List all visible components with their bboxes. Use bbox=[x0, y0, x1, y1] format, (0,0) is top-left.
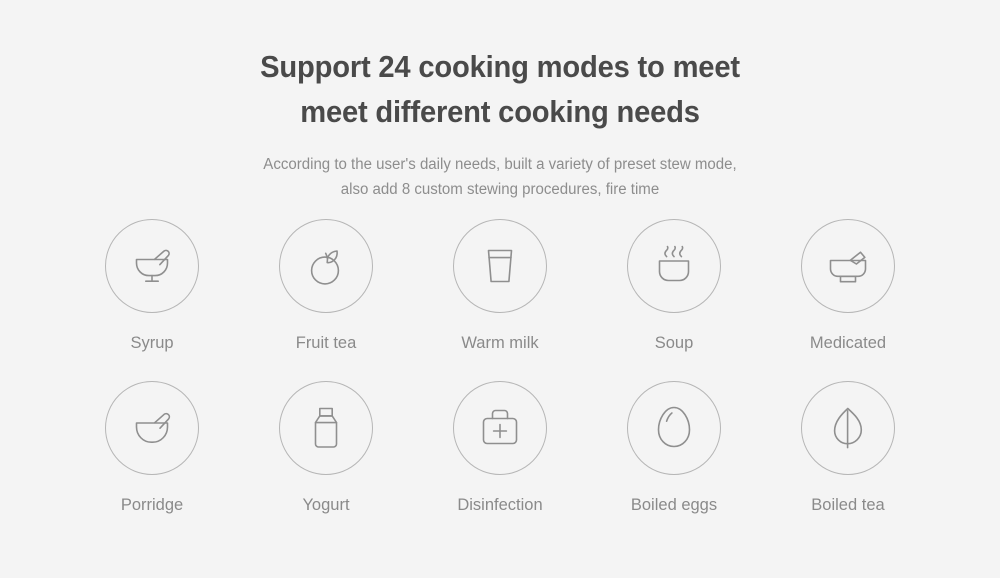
page-title-line-1: Support 24 cooking modes to meet bbox=[260, 49, 740, 84]
mode-item-fruit-tea[interactable]: Fruit tea bbox=[239, 219, 413, 353]
page-subtitle: According to the user's daily needs, bui… bbox=[15, 152, 985, 202]
mode-label: Medicated bbox=[809, 334, 887, 352]
cooking-modes-row-2: Porridge Yogurt Disinfection Boiled eggs… bbox=[0, 381, 1000, 515]
tea-leaf-icon bbox=[833, 407, 863, 449]
egg-icon bbox=[657, 406, 691, 448]
yogurt-bottle-icon bbox=[314, 407, 338, 448]
page-subtitle-line-2: also add 8 custom stewing procedures, fi… bbox=[340, 181, 660, 198]
mode-icon-circle bbox=[801, 381, 895, 475]
steaming-bowl-icon bbox=[658, 245, 690, 282]
cooking-modes-grid: Syrup Fruit tea Warm milk Soup Medicated… bbox=[0, 219, 1000, 515]
mode-label: Yogurt bbox=[302, 496, 350, 514]
mode-icon-circle bbox=[627, 381, 721, 475]
mode-icon-circle bbox=[279, 219, 373, 313]
header: Support 24 cooking modes to meet meet di… bbox=[0, 44, 1000, 202]
mode-label: Syrup bbox=[130, 334, 174, 352]
mode-label: Boiled eggs bbox=[630, 496, 718, 514]
mode-icon-circle bbox=[801, 219, 895, 313]
medical-kit-icon bbox=[482, 409, 518, 445]
milk-glass-icon bbox=[487, 249, 513, 283]
fruit-leaf-icon bbox=[310, 250, 340, 285]
mode-icon-circle bbox=[279, 381, 373, 475]
mode-label: Fruit tea bbox=[295, 334, 357, 352]
mode-label: Boiled tea bbox=[811, 496, 885, 514]
mode-icon-circle bbox=[453, 219, 547, 313]
mode-label: Disinfection bbox=[457, 496, 543, 514]
mode-item-medicated[interactable]: Medicated bbox=[761, 219, 935, 353]
mortar-pestle-flat-icon bbox=[829, 251, 867, 283]
mode-item-syrup[interactable]: Syrup bbox=[65, 219, 239, 353]
mode-icon-circle bbox=[627, 219, 721, 313]
mode-item-disinfection[interactable]: Disinfection bbox=[413, 381, 587, 515]
mode-label: Warm milk bbox=[461, 334, 539, 352]
mode-icon-circle bbox=[105, 381, 199, 475]
mode-item-porridge[interactable]: Porridge bbox=[65, 381, 239, 515]
page-subtitle-line-1: According to the user's daily needs, bui… bbox=[263, 156, 737, 173]
page-title-line-2: meet different cooking needs bbox=[300, 94, 700, 129]
mode-label: Soup bbox=[654, 334, 694, 352]
mode-item-warm-milk[interactable]: Warm milk bbox=[413, 219, 587, 353]
mode-icon-circle bbox=[105, 219, 199, 313]
page-title: Support 24 cooking modes to meet meet di… bbox=[30, 44, 970, 134]
mode-item-soup[interactable]: Soup bbox=[587, 219, 761, 353]
mode-item-yogurt[interactable]: Yogurt bbox=[239, 381, 413, 515]
mode-icon-circle bbox=[453, 381, 547, 475]
mode-item-boiled-tea[interactable]: Boiled tea bbox=[761, 381, 935, 515]
cooking-modes-row-1: Syrup Fruit tea Warm milk Soup Medicated bbox=[0, 219, 1000, 353]
promo-banner: Support 24 cooking modes to meet meet di… bbox=[0, 0, 1000, 578]
bowl-spoon-icon bbox=[135, 412, 171, 443]
mode-item-boiled-eggs[interactable]: Boiled eggs bbox=[587, 381, 761, 515]
mode-label: Porridge bbox=[120, 496, 184, 514]
mortar-pestle-stem-icon bbox=[135, 249, 170, 283]
